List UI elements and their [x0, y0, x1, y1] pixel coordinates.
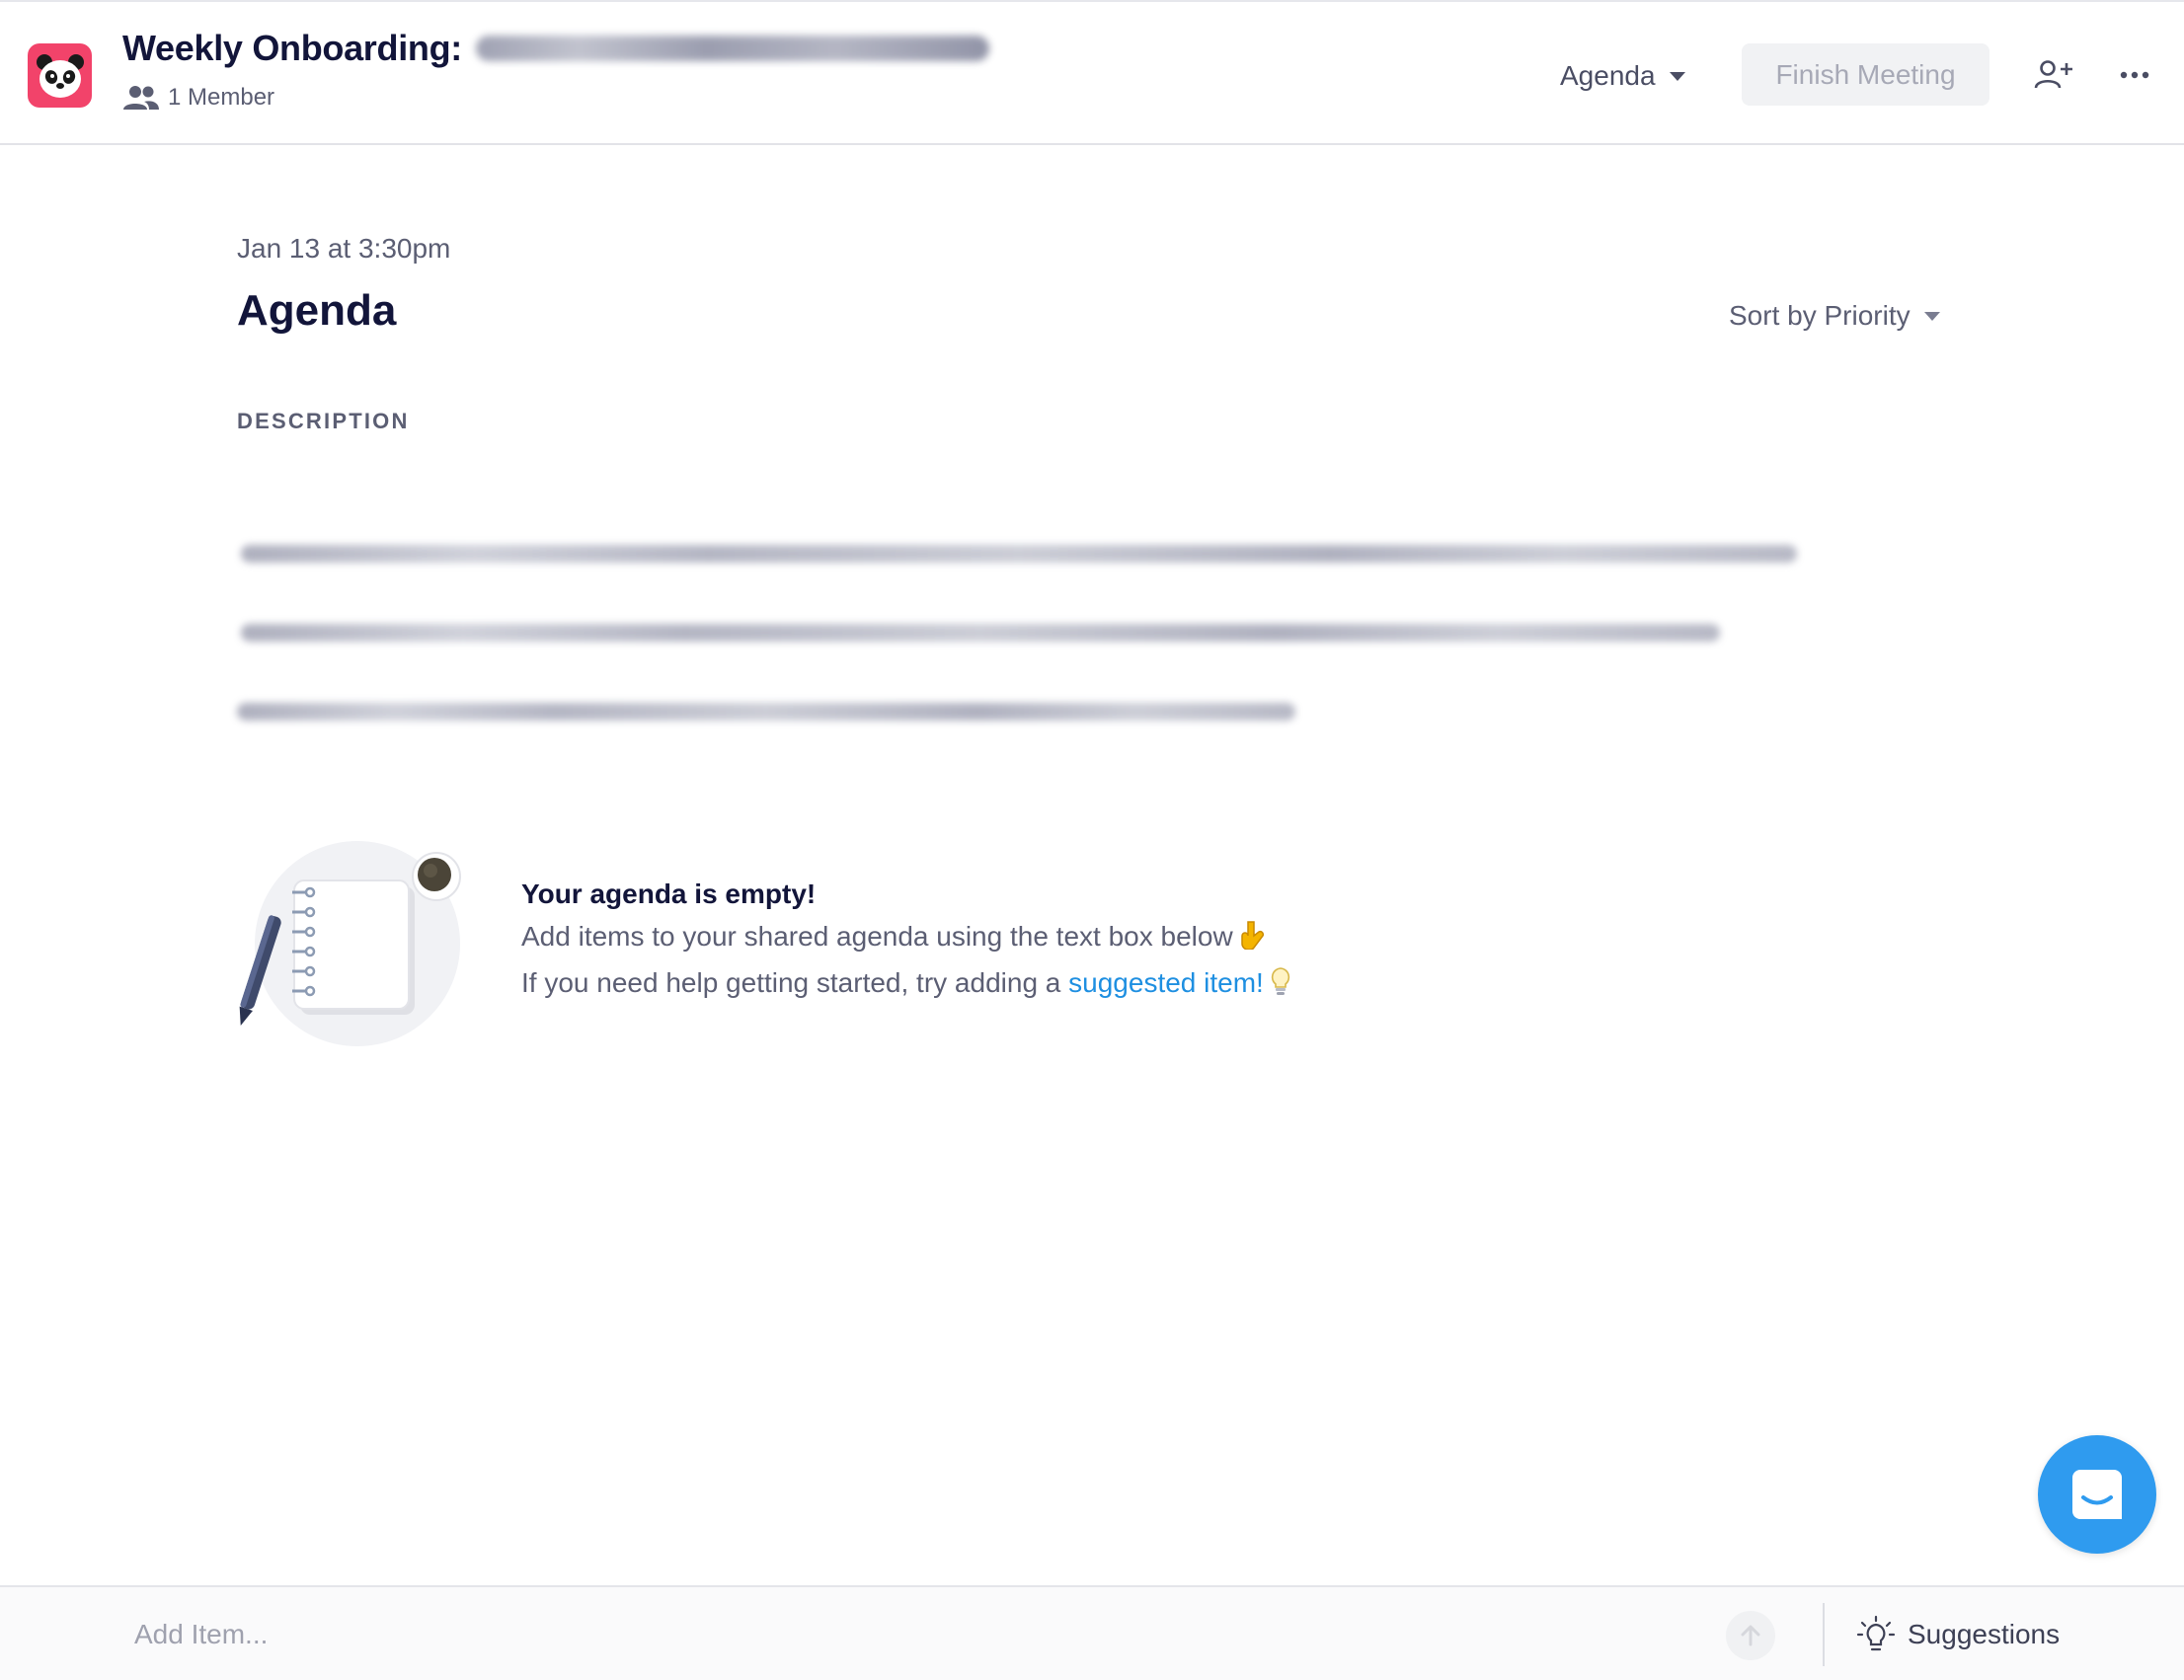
finish-meeting-button[interactable]: Finish Meeting [1742, 43, 1989, 106]
meeting-date: Jan 13 at 3:30pm [237, 233, 451, 264]
suggested-item-link[interactable]: suggested item! [1068, 967, 1264, 998]
pointing-down-icon [1239, 920, 1265, 956]
suggestions-button[interactable]: Suggestions [1856, 1609, 2060, 1660]
redacted-meeting-name [475, 36, 989, 61]
panda-icon[interactable] [28, 43, 92, 108]
members-icon [122, 84, 160, 112]
meeting-title-row: Weekly Onboarding: [122, 24, 989, 73]
agenda-dropdown-label: Agenda [1560, 60, 1656, 91]
sort-label: Sort by Priority [1729, 300, 1911, 331]
meeting-page: Weekly Onboarding: 1 Member Agenda Finis… [0, 0, 2184, 1680]
members-count[interactable]: 1 Member [122, 81, 274, 115]
members-label: 1 Member [168, 84, 275, 111]
add-item-bar: Suggestions [0, 1585, 2184, 1680]
suggestions-label: Suggestions [1908, 1619, 2061, 1649]
empty-agenda-heading: Your agenda is empty! [521, 878, 817, 909]
empty-agenda-line-2: If you need help getting started, try ad… [521, 966, 1291, 1003]
lightbulb-icon [1856, 1615, 1896, 1651]
notebook-illustration [237, 835, 484, 1052]
chat-launcher-button[interactable] [2038, 1435, 2156, 1554]
chevron-down-icon [1669, 71, 1685, 81]
add-item-input[interactable] [134, 1609, 1694, 1660]
description-label: DESCRIPTION [237, 409, 410, 433]
empty-agenda-line-1: Add items to your shared agenda using th… [521, 920, 1291, 956]
redacted-description-line [241, 545, 1797, 563]
meeting-title: Weekly Onboarding: [122, 28, 462, 68]
arrow-up-icon[interactable] [1726, 1611, 1775, 1660]
more-options-icon[interactable] [2113, 53, 2156, 97]
chat-icon [2072, 1470, 2122, 1519]
page-title: Agenda [237, 286, 397, 335]
redacted-description-line [241, 624, 1720, 642]
bar-divider [1823, 1603, 1825, 1666]
lightbulb-icon [1270, 966, 1291, 1003]
chevron-down-icon [1923, 311, 1940, 321]
empty-line-2-text: If you need help getting started, try ad… [521, 966, 1061, 998]
redacted-description-line [237, 703, 1295, 721]
add-member-icon[interactable] [2032, 53, 2075, 97]
sort-dropdown[interactable]: Sort by Priority [1729, 296, 1940, 336]
empty-agenda-message: Your agenda is empty! Add items to your … [521, 878, 1291, 1003]
header-bar: Weekly Onboarding: 1 Member Agenda Finis… [0, 0, 2184, 145]
agenda-view-dropdown[interactable]: Agenda [1560, 51, 1685, 101]
empty-line-1-text: Add items to your shared agenda using th… [521, 920, 1233, 952]
